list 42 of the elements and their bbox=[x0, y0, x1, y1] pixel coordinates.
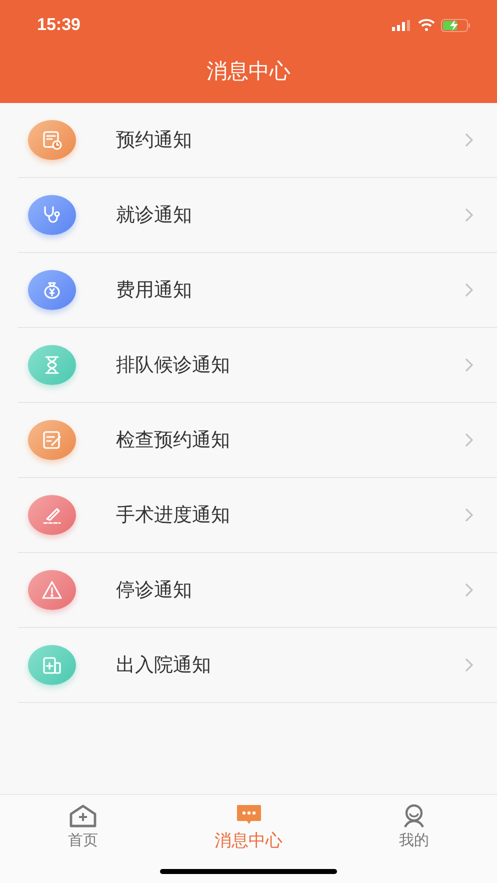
notification-icon bbox=[28, 420, 76, 460]
chevron-icon bbox=[465, 583, 473, 597]
notification-row[interactable]: 预约通知 bbox=[18, 103, 497, 178]
chevron-icon bbox=[465, 508, 473, 522]
notification-label: 检查预约通知 bbox=[116, 428, 231, 453]
chevron-icon bbox=[465, 283, 473, 297]
chat-icon bbox=[236, 804, 262, 826]
notification-row[interactable]: 停诊通知 bbox=[18, 553, 497, 628]
notification-label: 停诊通知 bbox=[116, 578, 193, 603]
notification-label: 排队候诊通知 bbox=[116, 353, 231, 378]
notification-icon bbox=[28, 645, 76, 685]
notification-row[interactable]: 费用通知 bbox=[18, 253, 497, 328]
status-time: 15:39 bbox=[37, 15, 80, 35]
notification-label: 费用通知 bbox=[116, 278, 193, 303]
notification-icon bbox=[28, 495, 76, 535]
chevron-icon bbox=[465, 658, 473, 672]
notification-icon bbox=[28, 120, 76, 160]
chevron-icon bbox=[465, 433, 473, 447]
page-title: 消息中心 bbox=[206, 58, 292, 85]
notification-row[interactable]: 排队候诊通知 bbox=[18, 328, 497, 403]
notification-row[interactable]: 手术进度通知 bbox=[18, 478, 497, 553]
notification-icon bbox=[28, 570, 76, 610]
notification-icon bbox=[28, 270, 76, 310]
notification-icon bbox=[28, 195, 76, 235]
tab[interactable]: 我的 bbox=[331, 795, 497, 857]
person-icon bbox=[402, 804, 426, 828]
battery-icon bbox=[441, 18, 471, 32]
notification-label: 出入院通知 bbox=[116, 653, 212, 678]
notification-row[interactable]: 就诊通知 bbox=[18, 178, 497, 253]
chevron-icon bbox=[465, 208, 473, 222]
notification-row[interactable]: 出入院通知 bbox=[18, 628, 497, 703]
notification-label: 就诊通知 bbox=[116, 203, 193, 228]
signal-icon bbox=[392, 20, 412, 30]
notification-label: 预约通知 bbox=[116, 128, 193, 153]
chevron-icon bbox=[465, 358, 473, 372]
notification-label: 手术进度通知 bbox=[116, 503, 231, 528]
notification-row[interactable]: 检查预约通知 bbox=[18, 403, 497, 478]
notification-icon bbox=[28, 345, 76, 385]
home-icon bbox=[68, 804, 97, 828]
tab[interactable]: 首页 bbox=[0, 795, 166, 857]
wifi-icon bbox=[418, 19, 435, 31]
chevron-icon bbox=[465, 133, 473, 147]
